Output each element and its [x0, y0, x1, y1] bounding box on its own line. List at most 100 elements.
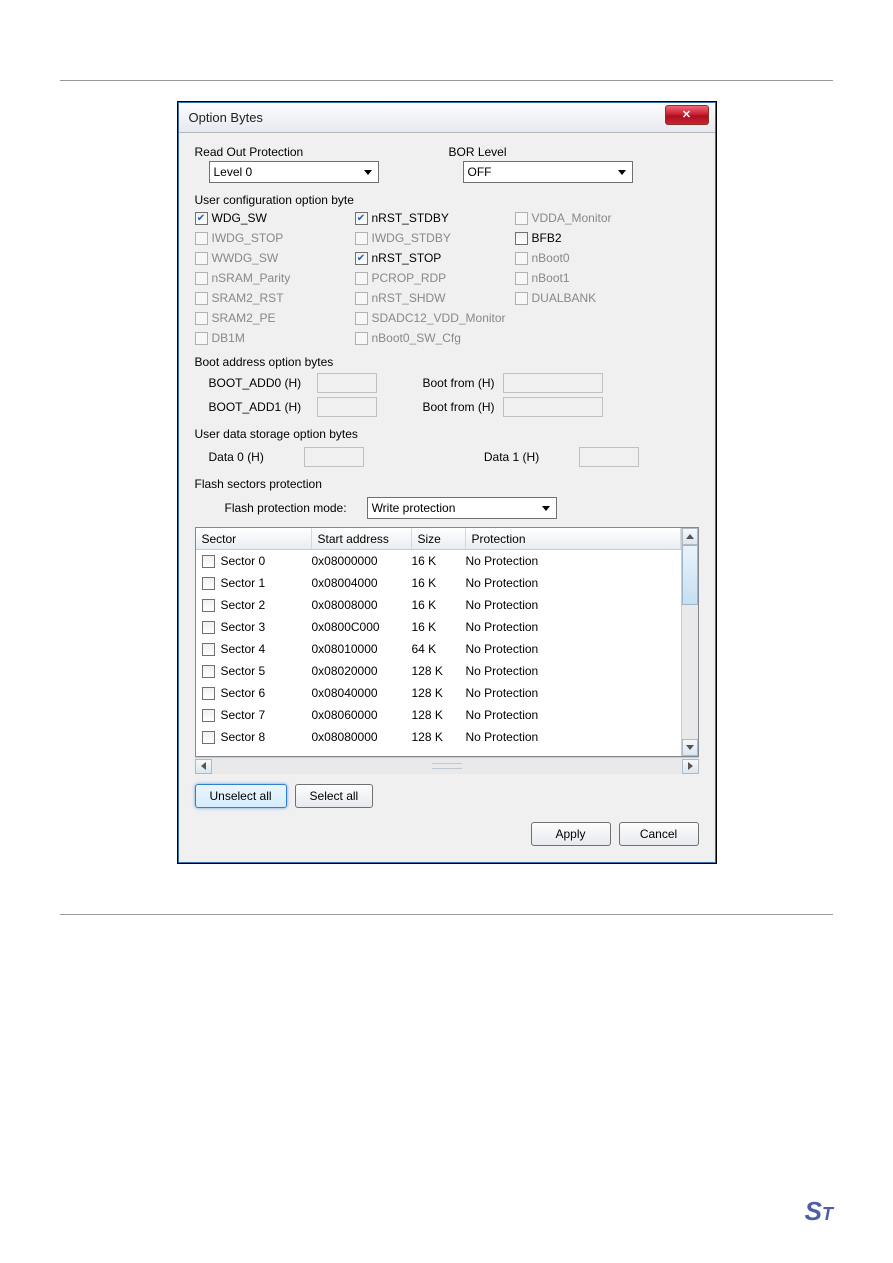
cell-sector: Sector 2 — [221, 598, 266, 612]
checkbox-nrst_shdw: nRST_SHDW — [355, 291, 515, 305]
readout-value: Level 0 — [214, 165, 253, 179]
scroll-up-button[interactable] — [682, 528, 698, 545]
checkbox-iwdg_stop: IWDG_STOP — [195, 231, 355, 245]
cell-sector: Sector 3 — [221, 620, 266, 634]
checkbox-label: SDADC12_VDD_Monitor — [372, 311, 506, 325]
userdata-label: User data storage option bytes — [195, 427, 699, 441]
flash-mode-combo[interactable]: Write protection — [367, 497, 557, 519]
data0-input[interactable] — [304, 447, 364, 467]
data1-label: Data 1 (H) — [484, 450, 539, 464]
col-prot[interactable]: Protection — [466, 528, 681, 549]
scroll-track[interactable] — [682, 545, 698, 739]
row-checkbox[interactable] — [202, 621, 215, 634]
col-start[interactable]: Start address — [312, 528, 412, 549]
scroll-down-button[interactable] — [682, 739, 698, 756]
hscroll-track[interactable] — [212, 759, 682, 774]
cell-prot: No Protection — [466, 598, 681, 612]
table-row[interactable]: Sector 30x0800C00016 KNo Protection — [196, 616, 681, 638]
boot-add0-input[interactable] — [317, 373, 377, 393]
cell-prot: No Protection — [466, 576, 681, 590]
checkbox-label: nRST_STDBY — [372, 211, 449, 225]
row-checkbox[interactable] — [202, 731, 215, 744]
cell-size: 16 K — [412, 620, 466, 634]
checkbox-icon — [355, 312, 368, 325]
table-row[interactable]: Sector 20x0800800016 KNo Protection — [196, 594, 681, 616]
chevron-down-icon — [364, 170, 372, 175]
readout-protection-group: Read Out Protection Level 0 — [195, 145, 379, 183]
col-size[interactable]: Size — [412, 528, 466, 549]
checkbox-icon — [195, 232, 208, 245]
col-sector[interactable]: Sector — [196, 528, 312, 549]
boot-from1-input[interactable] — [503, 397, 603, 417]
horizontal-scrollbar[interactable] — [195, 757, 699, 774]
row-checkbox[interactable] — [202, 665, 215, 678]
table-row[interactable]: Sector 40x0801000064 KNo Protection — [196, 638, 681, 660]
checkbox-icon — [515, 232, 528, 245]
checkbox-wdg_sw[interactable]: ✔WDG_SW — [195, 211, 355, 225]
readout-combo[interactable]: Level 0 — [209, 161, 379, 183]
close-icon: ✕ — [682, 108, 691, 121]
cell-prot: No Protection — [466, 554, 681, 568]
table-row[interactable]: Sector 60x08040000128 KNo Protection — [196, 682, 681, 704]
checkbox-nrst_stdby[interactable]: ✔ nRST_STDBY — [355, 211, 515, 225]
checkbox-label: IWDG_STDBY — [372, 231, 451, 245]
cell-prot: No Protection — [466, 708, 681, 722]
row-checkbox[interactable] — [202, 709, 215, 722]
vertical-scrollbar[interactable] — [681, 528, 698, 756]
cell-start: 0x08000000 — [312, 554, 412, 568]
checkbox-icon — [195, 252, 208, 265]
table-header: Sector Start address Size Protection — [196, 528, 681, 550]
cell-sector: Sector 5 — [221, 664, 266, 678]
checkbox-nsram_parity: nSRAM_Parity — [195, 271, 355, 285]
cell-prot: No Protection — [466, 686, 681, 700]
cell-size: 128 K — [412, 664, 466, 678]
cell-size: 16 K — [412, 598, 466, 612]
cell-sector: Sector 7 — [221, 708, 266, 722]
table-row[interactable]: Sector 10x0800400016 KNo Protection — [196, 572, 681, 594]
option-bytes-window: Option Bytes ✕ Read Out Protection Level… — [178, 102, 716, 863]
table-row[interactable]: Sector 50x08020000128 KNo Protection — [196, 660, 681, 682]
select-all-button[interactable]: Select all — [295, 784, 374, 808]
checkbox-label: nRST_STOP — [372, 251, 442, 265]
table-row[interactable]: Sector 80x08080000128 KNo Protection — [196, 726, 681, 748]
unselect-all-button[interactable]: Unselect all — [195, 784, 287, 808]
userconfig-label: User configuration option byte — [195, 193, 699, 207]
checkbox-icon: ✔ — [355, 212, 368, 225]
boot-add1-input[interactable] — [317, 397, 377, 417]
scroll-thumb[interactable] — [682, 545, 698, 605]
cell-start: 0x08004000 — [312, 576, 412, 590]
cell-size: 128 K — [412, 708, 466, 722]
data1-input[interactable] — [579, 447, 639, 467]
table-row[interactable]: Sector 70x08060000128 KNo Protection — [196, 704, 681, 726]
checkbox-bfb2[interactable]: BFB2 — [515, 231, 675, 245]
row-checkbox[interactable] — [202, 577, 215, 590]
apply-button[interactable]: Apply — [531, 822, 611, 846]
cell-sector: Sector 0 — [221, 554, 266, 568]
cancel-button[interactable]: Cancel — [619, 822, 699, 846]
boot-from0-input[interactable] — [503, 373, 603, 393]
bor-combo[interactable]: OFF — [463, 161, 633, 183]
cell-prot: No Protection — [466, 642, 681, 656]
checkbox-icon — [515, 252, 528, 265]
scroll-right-button[interactable] — [682, 759, 699, 774]
close-button[interactable]: ✕ — [665, 105, 709, 125]
flash-mode-value: Write protection — [372, 501, 456, 515]
row-checkbox[interactable] — [202, 599, 215, 612]
grip-icon — [432, 763, 462, 769]
arrow-left-icon — [201, 762, 206, 770]
row-checkbox[interactable] — [202, 643, 215, 656]
row-checkbox[interactable] — [202, 555, 215, 568]
row-checkbox[interactable] — [202, 687, 215, 700]
checkbox-nrst_stop[interactable]: ✔ nRST_STOP — [355, 251, 515, 265]
checkbox-label: nBoot0_SW_Cfg — [372, 331, 461, 345]
window-title: Option Bytes — [185, 110, 665, 125]
scroll-left-button[interactable] — [195, 759, 212, 774]
titlebar[interactable]: Option Bytes ✕ — [179, 103, 715, 133]
checkbox-label: BFB2 — [532, 231, 562, 245]
table-row[interactable]: Sector 00x0800000016 KNo Protection — [196, 550, 681, 572]
checkbox-icon: ✔ — [355, 252, 368, 265]
checkbox-icon — [195, 312, 208, 325]
dialog-frame: Option Bytes ✕ Read Out Protection Level… — [177, 101, 717, 864]
arrow-down-icon — [686, 745, 694, 750]
checkbox-sram2_rst: SRAM2_RST — [195, 291, 355, 305]
